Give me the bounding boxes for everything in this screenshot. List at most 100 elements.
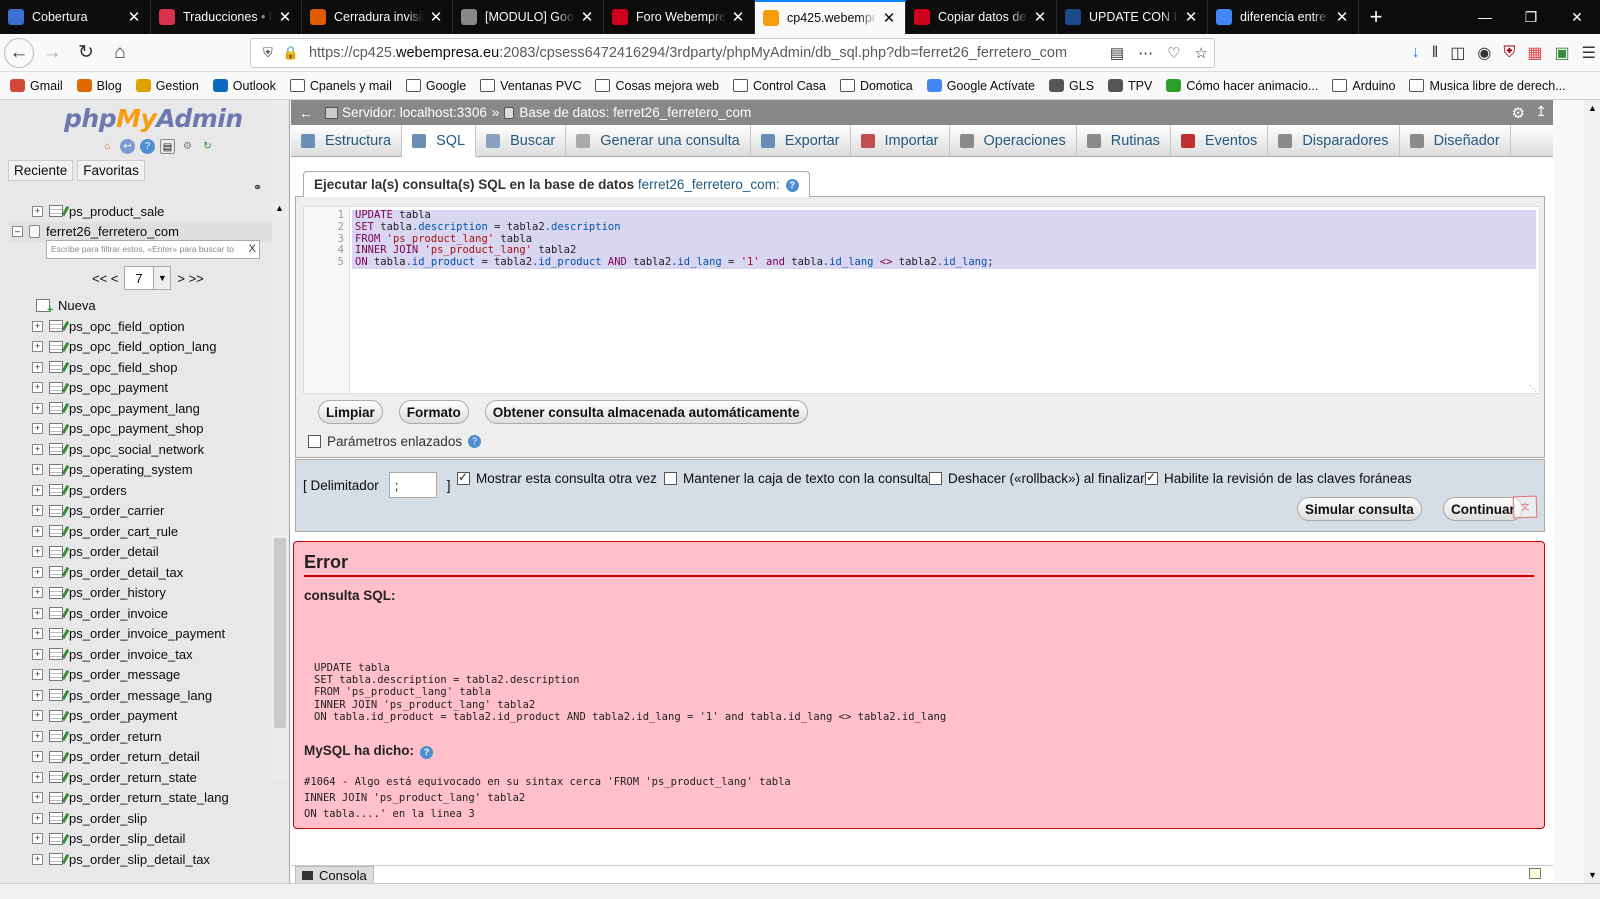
settings-icon[interactable]: ⚙ — [1512, 104, 1525, 122]
tree-table-item[interactable]: + ps_order_detail_tax — [10, 562, 275, 583]
tree-table-item[interactable]: + ps_opc_field_shop — [10, 357, 275, 378]
tab-structure[interactable]: Estructura — [291, 125, 403, 157]
tree-table-item[interactable]: + ps_order_detail — [10, 542, 275, 563]
get-stored-query-button[interactable]: Obtener consulta almacenada automáticame… — [484, 400, 808, 424]
simulate-query-button[interactable]: Simular consulta — [1297, 497, 1422, 521]
tab-import[interactable]: Importar — [851, 125, 950, 157]
recent-tab[interactable]: Reciente — [8, 160, 74, 181]
close-tab-icon[interactable]: ✕ — [881, 9, 897, 27]
expand-icon[interactable]: + — [32, 771, 43, 783]
query-db-link[interactable]: ferret26_ferretero_com: — [638, 177, 780, 192]
expand-icon[interactable]: + — [32, 730, 43, 742]
help-icon[interactable]: ? — [420, 746, 434, 759]
bookmark-item[interactable]: Cpanels y mail — [289, 79, 392, 93]
tree-table-item[interactable]: + ps_order_slip_detail — [10, 829, 275, 850]
bookmark-item[interactable]: Arduino — [1332, 79, 1395, 93]
browser-tab[interactable]: [MODULO] Googl ✕ — [453, 0, 604, 34]
refresh-icon[interactable]: ↻ — [200, 139, 215, 154]
close-window-icon[interactable]: ✕ — [1554, 0, 1600, 34]
tab-query[interactable]: Generar una consulta — [566, 125, 751, 157]
keep-box-option[interactable]: Mantener la caja de texto con la consult… — [664, 471, 928, 486]
tree-table-item[interactable]: + ps_order_invoice_payment — [10, 624, 275, 645]
close-tab-icon[interactable]: ✕ — [126, 8, 142, 26]
bookmark-item[interactable]: Gestion — [135, 79, 199, 93]
fk-checks-option[interactable]: Habilite la revisión de las claves forán… — [1145, 470, 1412, 486]
bookmark-item[interactable]: TPV — [1108, 79, 1152, 93]
bookmark-star-icon[interactable]: ☆ — [1195, 44, 1208, 62]
expand-icon[interactable]: + — [32, 320, 43, 332]
resize-handle-icon[interactable]: ⋱ — [1529, 384, 1537, 393]
tree-table-item[interactable]: + ps_order_return_state — [10, 767, 275, 788]
browser-tab[interactable]: Foro Webempresa✕ — [604, 0, 755, 34]
tree-table-item[interactable]: + ps_order_slip_detail_tax — [10, 849, 275, 870]
table-filter-input[interactable]: Escribe para filtrar estos, «Enter» para… — [46, 240, 260, 259]
bookmark-item[interactable]: Blog — [76, 79, 122, 93]
bookmark-item[interactable]: Cosas mejora web — [595, 79, 719, 93]
expand-icon[interactable]: + — [32, 505, 43, 517]
tree-table-item[interactable]: + ps_order_return_state_lang — [10, 788, 275, 809]
bookmark-item[interactable]: Domotica — [839, 79, 913, 93]
expand-icon[interactable]: + — [32, 382, 43, 394]
tree-table-item[interactable]: + ps_opc_field_option_lang — [10, 337, 275, 358]
tree-table-item[interactable]: + ps_opc_payment_lang — [10, 398, 275, 419]
bookmark-item[interactable]: Musica libre de derech... — [1409, 79, 1566, 93]
menu-icon[interactable]: ☰ — [1582, 43, 1596, 63]
delimiter-input[interactable]: ; — [388, 472, 437, 498]
browser-tab[interactable]: Cerradura invisibl ✕ — [302, 0, 453, 34]
sql-editor[interactable]: 12345 UPDATE tabla SET tabla.description… — [303, 206, 1540, 394]
breadcrumb-server[interactable]: Servidor: localhost:3306 — [342, 105, 487, 120]
forward-icon[interactable]: → — [36, 37, 68, 69]
tree-table-item[interactable]: + ps_order_return — [10, 726, 275, 747]
shield-icon[interactable]: ⛨ — [263, 45, 273, 61]
pocket-icon[interactable]: ♡ — [1167, 44, 1180, 62]
account-icon[interactable]: ◉ — [1477, 43, 1491, 63]
expand-icon[interactable]: + — [32, 792, 43, 804]
tree-table-item[interactable]: + ps_order_message_lang — [10, 685, 275, 706]
expand-icon[interactable]: + — [32, 464, 43, 476]
reload-icon[interactable]: ↻ — [70, 37, 102, 69]
tree-table-item[interactable]: + ps_order_invoice — [10, 603, 275, 624]
close-tab-icon[interactable]: ✕ — [579, 8, 595, 26]
translate-icon[interactable]: 文 — [1512, 495, 1538, 519]
expand-icon[interactable]: + — [32, 669, 43, 681]
home-icon[interactable]: ⌂ — [100, 139, 115, 154]
bookmark-item[interactable]: Cómo hacer animacio... — [1166, 79, 1318, 93]
tree-table-item[interactable]: + ps_opc_social_network — [10, 439, 275, 460]
console-options-icon[interactable] — [1529, 868, 1541, 879]
expand-icon[interactable]: + — [32, 423, 43, 435]
tab-clock[interactable]: Eventos — [1171, 125, 1269, 157]
tree-table-item[interactable]: + ps_opc_field_option — [10, 316, 275, 337]
tree-table-item[interactable]: + ps_operating_system — [10, 460, 275, 481]
fk-checks-checkbox[interactable] — [1145, 470, 1158, 485]
close-tab-icon[interactable]: ✕ — [1183, 8, 1199, 26]
url-bar[interactable]: ⛨ 🔒 https://cp425. webempresa.eu:2083/cps… — [250, 38, 1215, 68]
close-tab-icon[interactable]: ✕ — [730, 8, 746, 26]
show-query-option[interactable]: Mostrar esta consulta otra vez — [457, 470, 657, 486]
tree-table-item[interactable]: + ps_order_payment — [10, 706, 275, 727]
extension2-icon[interactable]: ▣ — [1555, 43, 1570, 63]
expand-icon[interactable]: + — [32, 484, 43, 496]
tree-database[interactable]: – ferret26_ferretero_com — [10, 221, 275, 242]
show-query-checkbox[interactable] — [457, 470, 470, 485]
browser-tab[interactable]: UPDATE CON INN✕ — [1057, 0, 1208, 34]
scroll-up-icon[interactable]: ▲ — [275, 203, 284, 213]
tree-table-item[interactable]: + ps_opc_payment — [10, 378, 275, 399]
rollback-checkbox[interactable] — [929, 472, 942, 485]
expand-icon[interactable]: + — [32, 443, 43, 455]
help-icon[interactable]: ? — [468, 435, 482, 448]
tab-sql[interactable]: SQL — [402, 125, 477, 157]
browser-tab[interactable]: diferencia entre jo ✕ — [1208, 0, 1359, 34]
tree-table-item[interactable]: + ps_order_message — [10, 665, 275, 686]
bound-params-option[interactable]: Parámetros enlazados? — [308, 434, 482, 449]
expand-icon[interactable]: + — [32, 607, 43, 619]
bookmark-item[interactable]: Outlook — [212, 79, 276, 93]
expand-icon[interactable]: + — [32, 833, 43, 845]
home-icon[interactable]: ⌂ — [104, 37, 136, 69]
new-table-link[interactable]: Nueva — [36, 298, 96, 316]
new-tab-button[interactable]: + — [1359, 0, 1393, 34]
browser-tab[interactable]: Cobertura ✕ — [0, 0, 151, 34]
bookmark-item[interactable]: Google Actívate — [926, 79, 1035, 93]
browser-tab[interactable]: Copiar datos de u ✕ — [906, 0, 1057, 34]
bound-params-checkbox[interactable] — [308, 435, 321, 448]
tab-wrench[interactable]: Operaciones — [950, 125, 1077, 157]
